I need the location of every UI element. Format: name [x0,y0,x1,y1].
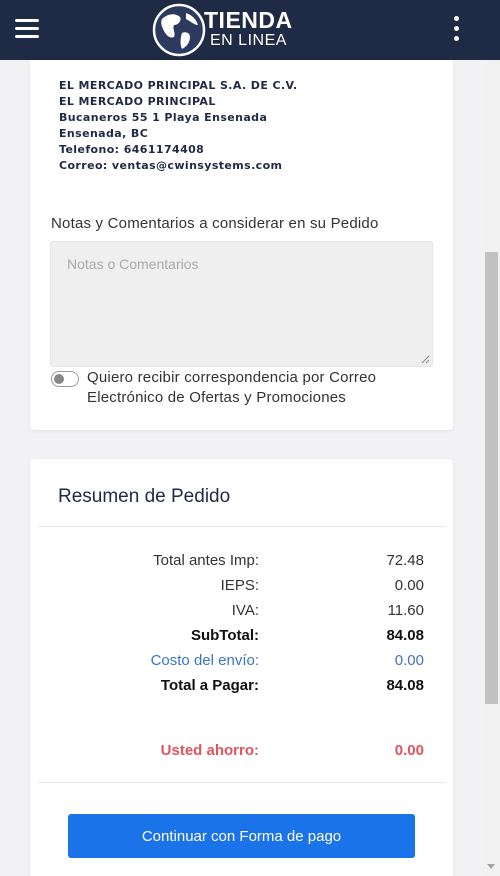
store-phone: Telefono: 6461174408 [59,143,205,156]
kebab-menu-icon[interactable] [448,15,464,43]
resize-grip-icon[interactable] [421,355,430,364]
hamburger-menu-icon[interactable] [15,19,39,39]
subtotal-value: 84.08 [386,627,424,644]
newsletter-toggle[interactable] [51,371,79,387]
store-email: Correo: ventas@cwinsystems.com [59,159,283,172]
total-before-tax-value: 72.48 [386,552,424,569]
logo-text-en-linea: EN LINEA [210,32,287,49]
ieps-label: IEPS: [220,577,259,594]
scroll-down-arrow-icon[interactable] [487,864,495,869]
page-scrollbar[interactable] [483,60,500,876]
shipping-cost-value: 0.00 [394,652,424,669]
order-summary-card: Resumen de Pedido Total antes Imp: 72.48… [30,459,453,876]
summary-divider-top [38,526,446,527]
subtotal-label: SubTotal: [190,627,259,644]
top-navbar: TIENDA EN LINEA [0,0,500,60]
notes-title: Notas y Comentarios a considerar en su P… [51,215,379,232]
summary-divider-bottom [38,782,446,783]
savings-value: 0.00 [394,742,424,759]
toggle-knob [54,374,64,384]
shipping-cost-link[interactable]: Costo del envío: [151,652,259,669]
notes-textarea[interactable] [50,241,433,367]
ieps-value: 0.00 [394,577,424,594]
savings-label: Usted ahorro: [160,742,259,759]
store-info-card: EL MERCADO PRINCIPAL S.A. DE C.V. EL MER… [30,60,453,430]
continue-payment-button[interactable]: Continuar con Forma de pago [68,814,415,858]
store-logo[interactable]: TIENDA EN LINEA [152,2,312,58]
store-name: EL MERCADO PRINCIPAL [59,95,216,108]
iva-value: 11.60 [387,602,424,619]
store-city: Ensenada, BC [59,127,149,140]
globe-icon [152,3,206,57]
total-value: 84.08 [386,677,424,694]
store-address-block: EL MERCADO PRINCIPAL S.A. DE C.V. EL MER… [59,78,298,174]
iva-label: IVA: [231,602,259,619]
total-before-tax-label: Total antes Imp: [153,552,259,569]
scrollbar-thumb[interactable] [485,252,498,704]
total-label: Total a Pagar: [160,677,259,694]
store-legal-name: EL MERCADO PRINCIPAL S.A. DE C.V. [59,79,298,92]
logo-text-tienda: TIENDA [204,7,293,33]
newsletter-toggle-label: Quiero recibir correspondencia por Corre… [87,369,377,406]
store-street: Bucaneros 55 1 Playa Ensenada [59,111,268,124]
summary-title: Resumen de Pedido [58,486,231,507]
